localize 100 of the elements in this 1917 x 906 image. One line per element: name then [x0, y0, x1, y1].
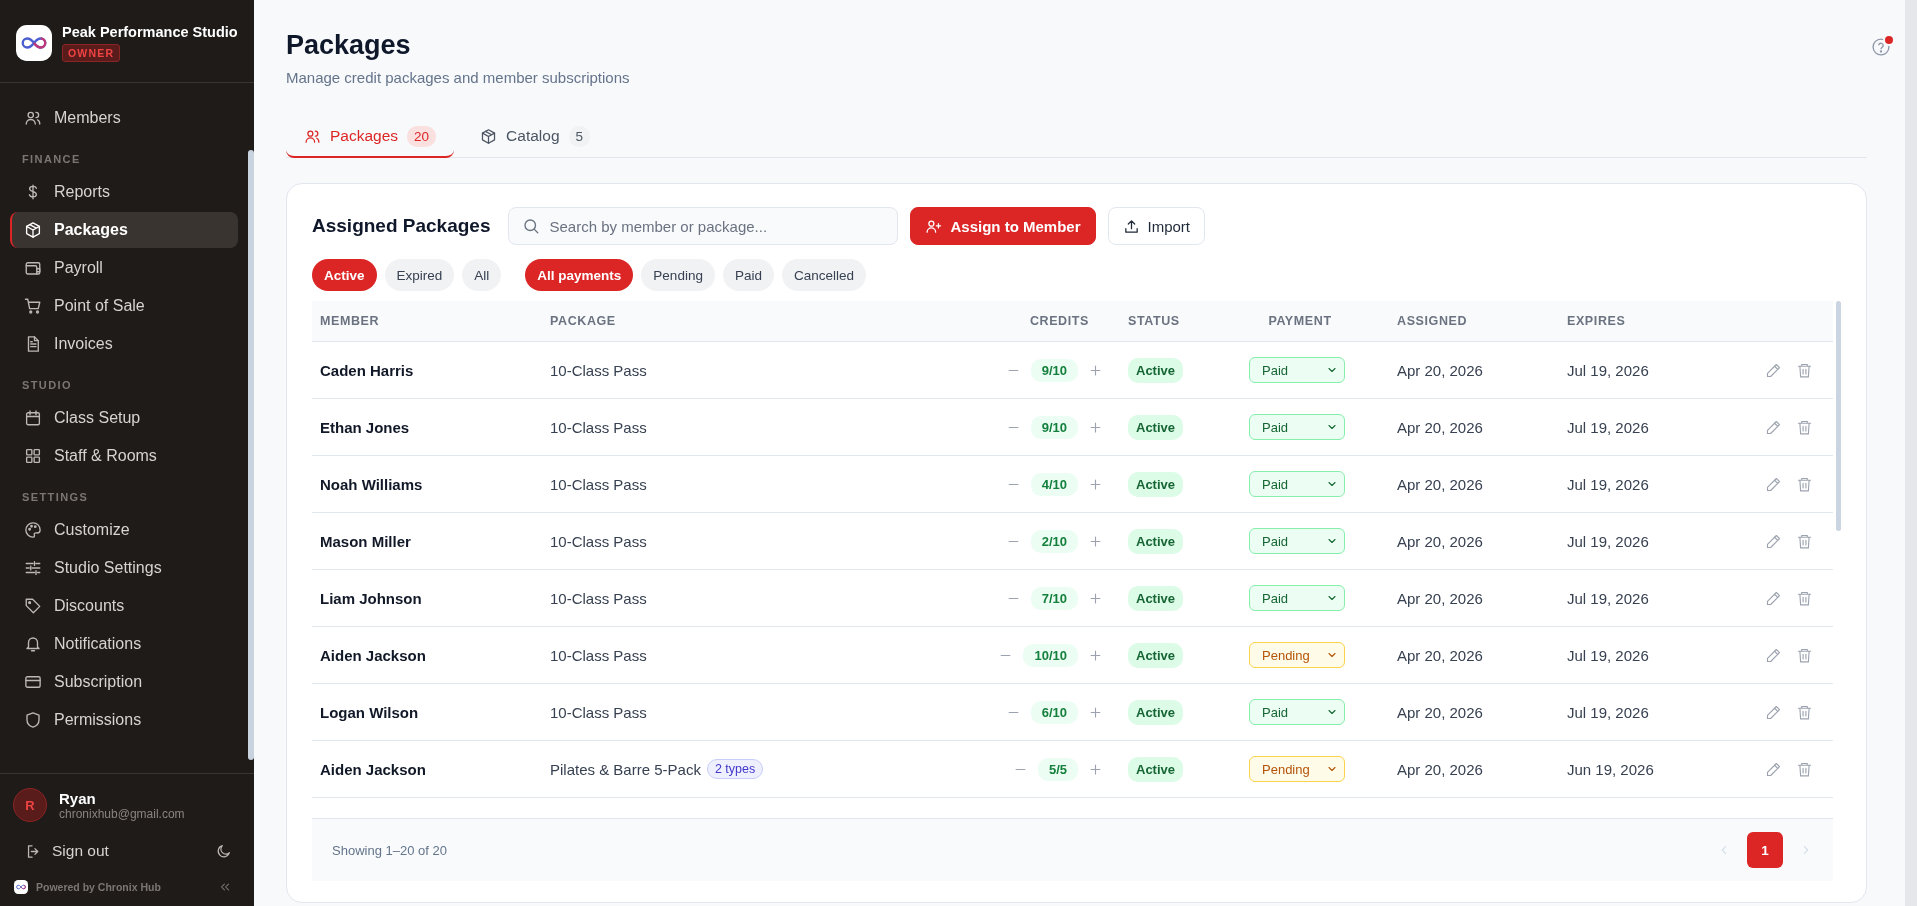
filter-chip[interactable]: Expired — [384, 259, 455, 291]
chronix-logo — [14, 880, 28, 894]
filter-chip[interactable]: Paid — [722, 259, 774, 291]
trash-icon[interactable] — [1796, 703, 1813, 721]
filter-chip[interactable]: Cancelled — [781, 259, 866, 291]
scrollbar[interactable] — [248, 150, 254, 760]
sidebar-nav-item[interactable]: Studio Settings — [10, 550, 238, 586]
payment-dropdown[interactable]: Paid — [1249, 414, 1345, 440]
package-name: 10-Class Pass — [550, 418, 647, 436]
trash-icon[interactable] — [1796, 646, 1813, 664]
pencil-icon[interactable] — [1765, 361, 1782, 379]
search-field[interactable]: Search by member or package... — [508, 207, 899, 245]
sidebar-nav-item[interactable]: Point of Sale — [10, 288, 238, 324]
trash-icon[interactable] — [1796, 589, 1813, 607]
tab[interactable]: Packages 20 — [286, 116, 455, 158]
sidebar-nav-item[interactable]: Permissions — [10, 702, 238, 738]
column-header: MEMBER — [320, 314, 381, 328]
sidebar-nav-item[interactable]: Class Setup — [10, 400, 238, 436]
pencil-icon[interactable] — [1765, 532, 1782, 550]
package-name: 10-Class Pass — [550, 589, 647, 607]
sidebar-nav-item[interactable]: Subscription — [10, 664, 238, 700]
nav-section-heading: FINANCE — [21, 152, 82, 167]
status-badge: Active — [1128, 528, 1184, 554]
payment-dropdown[interactable]: Paid — [1249, 357, 1345, 383]
plus-icon[interactable] — [1088, 362, 1103, 378]
role-badge: OWNER — [62, 44, 121, 62]
plus-icon[interactable] — [1088, 647, 1103, 663]
tab[interactable]: Catalog 5 — [462, 116, 609, 158]
payment-dropdown[interactable]: Pending — [1249, 642, 1345, 668]
scrollbar[interactable] — [1836, 301, 1841, 531]
expires-date: Jul 19, 2026 — [1567, 361, 1650, 379]
pencil-icon[interactable] — [1765, 475, 1782, 493]
user-email: chronixhub@gmail.com — [59, 806, 185, 821]
moon-icon[interactable] — [216, 843, 232, 859]
plus-icon[interactable] — [1088, 704, 1103, 720]
plus-icon[interactable] — [1088, 761, 1103, 777]
payment-dropdown[interactable]: Paid — [1249, 528, 1345, 554]
trash-icon[interactable] — [1796, 760, 1813, 778]
showing-text: Showing 1–20 of 20 — [332, 842, 447, 858]
plus-icon[interactable] — [1088, 419, 1103, 435]
sidebar-nav-item[interactable]: Notifications — [10, 626, 238, 662]
status-badge: Active — [1128, 471, 1184, 497]
sidebar-nav-item[interactable]: Payroll — [10, 250, 238, 286]
trash-icon[interactable] — [1796, 532, 1813, 550]
expires-date: Jul 19, 2026 — [1567, 703, 1650, 721]
payment-dropdown[interactable]: Paid — [1249, 699, 1345, 725]
types-badge: 2 types — [706, 759, 764, 779]
grid-icon — [24, 447, 42, 465]
assigned-date: Apr 20, 2026 — [1397, 589, 1484, 607]
pencil-icon[interactable] — [1765, 703, 1782, 721]
studio-name: Peak Performance Studio — [62, 24, 238, 40]
assigned-date: Apr 20, 2026 — [1397, 361, 1484, 379]
filter-chip[interactable]: Pending — [641, 259, 715, 291]
filter-chip[interactable]: All payments — [525, 259, 634, 291]
assigned-date: Apr 20, 2026 — [1397, 532, 1484, 550]
trash-icon[interactable] — [1796, 475, 1813, 493]
trash-icon[interactable] — [1796, 361, 1813, 379]
sidebar-nav-item[interactable]: Members — [10, 100, 238, 136]
sidebar-nav-item[interactable]: Customize — [10, 512, 238, 548]
page-title: Packages — [286, 30, 412, 61]
credits-badge: 9/10 — [1030, 415, 1078, 439]
trash-icon[interactable] — [1796, 418, 1813, 436]
sliders-icon — [24, 559, 42, 577]
collapse-icon[interactable] — [218, 880, 232, 894]
payment-dropdown[interactable]: Paid — [1249, 471, 1345, 497]
assign-button[interactable]: Assign to Member — [910, 207, 1096, 245]
status-badge: Active — [1128, 642, 1184, 668]
column-header: PAYMENT — [1267, 314, 1333, 328]
plus-icon[interactable] — [1088, 533, 1103, 549]
pencil-icon[interactable] — [1765, 760, 1782, 778]
filter-chip[interactable]: All — [462, 259, 502, 291]
box-icon — [480, 127, 498, 145]
pencil-icon[interactable] — [1765, 418, 1782, 436]
import-button[interactable]: Import — [1107, 207, 1206, 245]
expires-date: Jul 19, 2026 — [1567, 646, 1650, 664]
plus-icon[interactable] — [1088, 590, 1103, 606]
sidebar-nav-item[interactable]: Staff & Rooms — [10, 438, 238, 474]
sidebar-nav-item[interactable]: Reports — [10, 174, 238, 210]
sign-out-button[interactable]: Sign out — [25, 842, 109, 860]
sidebar-nav-item[interactable]: Invoices — [10, 326, 238, 362]
sidebar-nav-item[interactable]: Packages — [10, 212, 238, 248]
count-badge: 5 — [568, 125, 591, 147]
calendar-icon — [24, 409, 42, 427]
payment-dropdown[interactable]: Pending — [1249, 756, 1345, 782]
sidebar-nav-item[interactable]: Discounts — [10, 588, 238, 624]
expires-date: Jul 19, 2026 — [1567, 589, 1650, 607]
page-subtitle: Manage credit packages and member subscriptions — [286, 69, 630, 86]
page-button[interactable]: 1 — [1747, 832, 1783, 868]
help-icon[interactable] — [1871, 37, 1891, 57]
user-avatar: R — [13, 788, 47, 822]
expires-date: Jul 19, 2026 — [1567, 418, 1650, 436]
bell-icon — [24, 635, 42, 653]
filter-chip[interactable]: Active — [312, 259, 377, 291]
status-badge: Active — [1128, 756, 1184, 782]
member-name: Liam Johnson — [320, 589, 423, 607]
pencil-icon[interactable] — [1765, 646, 1782, 664]
pencil-icon[interactable] — [1765, 589, 1782, 607]
credits-badge: 2/10 — [1030, 529, 1078, 553]
plus-icon[interactable] — [1088, 476, 1103, 492]
payment-dropdown[interactable]: Paid — [1249, 585, 1345, 611]
